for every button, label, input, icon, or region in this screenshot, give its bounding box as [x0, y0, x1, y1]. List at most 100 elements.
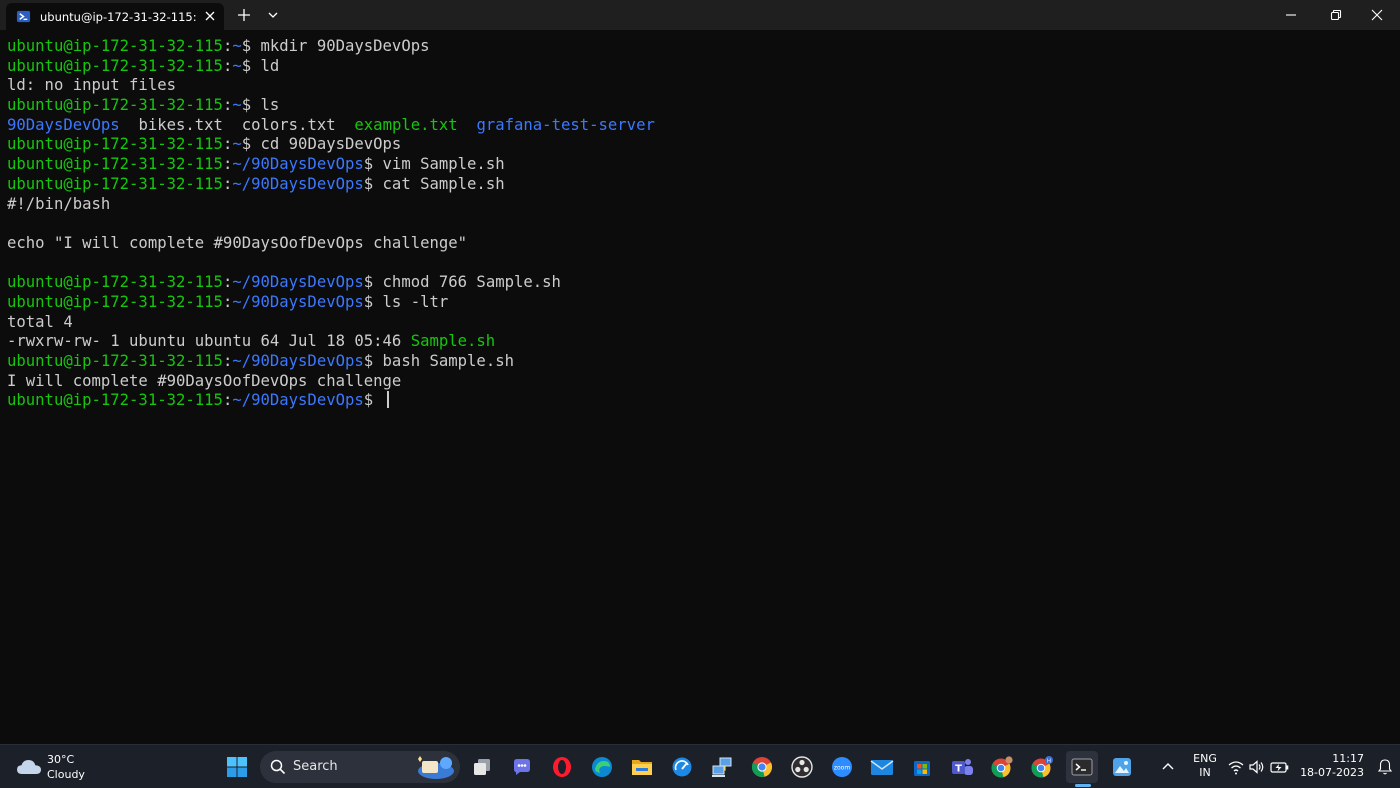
- chrome-button-3[interactable]: H: [1026, 751, 1058, 783]
- language-code: ENG: [1193, 752, 1217, 765]
- opera-button[interactable]: [546, 751, 578, 783]
- prompt-symbol: $: [241, 135, 261, 154]
- zoom-button[interactable]: zoom: [826, 751, 858, 783]
- file-explorer-button[interactable]: [626, 751, 658, 783]
- terminal-taskbar-button[interactable]: [1066, 751, 1098, 783]
- output-line: ld: no input files: [7, 76, 1393, 96]
- wifi-icon: [1228, 761, 1244, 775]
- region-code: IN: [1199, 766, 1211, 779]
- prompt-user-host: ubuntu@ip-172-31-32-115: [7, 56, 223, 75]
- prompt-path: ~/90DaysDevOps: [232, 273, 364, 292]
- prompt-line: ubuntu@ip-172-31-32-115:~$ mkdir 90DaysD…: [7, 37, 1393, 57]
- prompt-colon: :: [222, 37, 233, 55]
- minimize-button[interactable]: [1268, 0, 1314, 30]
- mail-button[interactable]: [866, 751, 898, 783]
- chrome-profile-icon: [991, 756, 1013, 778]
- prompt-symbol: $: [363, 352, 383, 370]
- prompt-line: ubuntu@ip-172-31-32-115:~$ ld: [7, 57, 1393, 77]
- text-cursor: [386, 391, 389, 409]
- store-button[interactable]: [906, 751, 938, 783]
- prompt-line: ubuntu@ip-172-31-32-115:~/90DaysDevOps$ …: [7, 273, 1393, 293]
- notification-bell-icon[interactable]: [1376, 758, 1394, 776]
- prompt-line: ubuntu@ip-172-31-32-115:~/90DaysDevOps$ …: [7, 155, 1393, 175]
- command-text: mkdir 90DaysDevOps: [260, 37, 430, 55]
- prompt-user-host: ubuntu@ip-172-31-32-115: [7, 292, 223, 311]
- chrome-button-1[interactable]: [746, 751, 778, 783]
- minimize-icon: [1286, 14, 1296, 16]
- ls-separator: [458, 116, 477, 134]
- chat-icon: [514, 759, 530, 775]
- mail-icon: [870, 760, 894, 775]
- prompt-user-host: ubuntu@ip-172-31-32-115: [7, 135, 223, 154]
- output-text: ld: no input files: [7, 76, 176, 95]
- ls-output-line: 90DaysDevOps bikes.txt colors.txt exampl…: [7, 116, 1393, 136]
- photos-icon: [1113, 758, 1131, 776]
- edge-button[interactable]: [586, 751, 618, 783]
- prompt-symbol: $: [241, 56, 261, 75]
- clock[interactable]: 11:17 18-07-2023: [1300, 752, 1364, 780]
- prompt-user-host: ubuntu@ip-172-31-32-115: [7, 37, 223, 55]
- maximize-button[interactable]: [1313, 0, 1359, 30]
- tab-title: ubuntu@ip-172-31-32-115: ~/!: [40, 10, 196, 24]
- command-text: ls: [260, 96, 280, 115]
- task-view-button[interactable]: [466, 751, 498, 783]
- prompt-colon: :: [222, 174, 233, 193]
- output-text: total 4: [7, 312, 73, 331]
- prompt-colon: :: [222, 352, 233, 370]
- restore-icon: [1330, 9, 1342, 21]
- prompt-colon: :: [222, 155, 233, 174]
- prompt-colon: :: [222, 391, 233, 410]
- output-text: echo "I will complete #90DaysOofDevOps c…: [7, 233, 468, 252]
- obs-button[interactable]: [786, 751, 818, 783]
- prompt-colon: :: [222, 273, 233, 292]
- chevron-down-icon[interactable]: [266, 7, 280, 23]
- clock-date: 18-07-2023: [1300, 766, 1364, 779]
- new-tab-icon[interactable]: [236, 7, 252, 23]
- chrome-button-2[interactable]: [986, 751, 1018, 783]
- terminal-output[interactable]: ubuntu@ip-172-31-32-115:~$ mkdir 90DaysD…: [7, 37, 1393, 737]
- output-line: echo "I will complete #90DaysOofDevOps c…: [7, 234, 1393, 254]
- network-app-button[interactable]: [706, 751, 738, 783]
- prompt-path: ~: [232, 135, 242, 154]
- prompt-line: ubuntu@ip-172-31-32-115:~/90DaysDevOps$ …: [7, 352, 1393, 372]
- close-window-button[interactable]: [1354, 0, 1400, 30]
- prompt-user-host: ubuntu@ip-172-31-32-115: [7, 352, 223, 370]
- chrome-profile-h-icon: H: [1031, 756, 1053, 778]
- command-text: ls -ltr: [382, 292, 449, 311]
- prompt-symbol: $: [363, 292, 383, 311]
- prompt-path: ~: [232, 96, 242, 115]
- terminal-tab[interactable]: ubuntu@ip-172-31-32-115: ~/!: [6, 3, 224, 30]
- active-app-indicator: [1075, 784, 1091, 787]
- start-button[interactable]: [221, 751, 253, 783]
- photos-button[interactable]: [1106, 751, 1138, 783]
- folder-icon: [632, 760, 652, 775]
- prompt-symbol: $: [363, 174, 383, 193]
- prompt-user-host: ubuntu@ip-172-31-32-115: [7, 96, 223, 115]
- ls-entry: grafana-test-server: [476, 115, 655, 134]
- language-indicator[interactable]: ENG IN: [1190, 752, 1220, 780]
- chat-app-button[interactable]: [506, 751, 538, 783]
- prompt-line: ubuntu@ip-172-31-32-115:~$ cd 90DaysDevO…: [7, 135, 1393, 155]
- weather-widget[interactable]: 30°C Cloudy: [14, 751, 104, 783]
- prompt-colon: :: [222, 135, 233, 154]
- prompt-symbol: $: [363, 155, 383, 174]
- clock-time: 11:17: [1332, 752, 1364, 765]
- prompt-symbol: $: [241, 96, 261, 115]
- weather-temperature: 30°C: [47, 753, 75, 766]
- output-line: #!/bin/bash: [7, 195, 1393, 215]
- close-tab-icon[interactable]: [203, 9, 217, 23]
- opera-icon: [553, 757, 571, 777]
- svg-text:T: T: [955, 764, 962, 775]
- search-highlight-icon: [418, 756, 454, 779]
- prompt-line: ubuntu@ip-172-31-32-115:~/90DaysDevOps$ …: [7, 175, 1393, 195]
- powershell-icon: [16, 10, 31, 23]
- taskbar-search[interactable]: Search: [260, 751, 460, 783]
- teams-button[interactable]: T: [946, 751, 978, 783]
- system-tray[interactable]: [1228, 758, 1292, 776]
- network-computer-icon: [712, 757, 732, 777]
- speedtest-button[interactable]: [666, 751, 698, 783]
- chevron-up-icon[interactable]: [1160, 759, 1176, 775]
- edge-icon: [592, 757, 612, 777]
- output-text: I will complete #90DaysOofDevOps challen…: [7, 371, 402, 390]
